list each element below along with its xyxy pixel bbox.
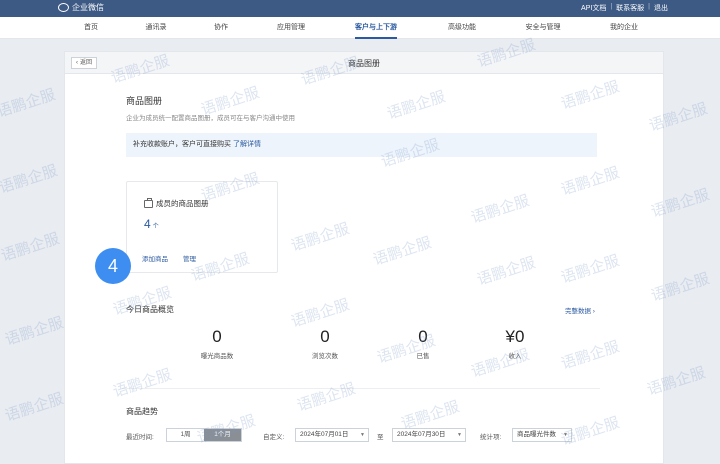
chevron-down-icon: ▼ — [457, 432, 462, 438]
top-bar: 企业微信 API文档 | 联系客服 | 退出 — [0, 0, 720, 17]
album-actions: 添加商品 管理 — [142, 253, 196, 263]
metric-label: 统计项: — [480, 434, 502, 441]
chevron-down-icon: ▼ — [360, 432, 365, 438]
main-nav: 首页 通讯录 协作 应用管理 客户与上下游 高级功能 安全与管理 我的企业 — [0, 17, 720, 39]
stat-exposed-products: 0 曝光商品数 — [177, 327, 257, 360]
watermark: 语鹏企服 — [0, 86, 58, 121]
trend-title: 商品趋势 — [126, 407, 158, 416]
album-title: 成员的商品图册 — [156, 199, 209, 208]
stat-label: 收入 — [508, 353, 522, 360]
stat-value: 0 — [418, 327, 428, 346]
to-label: 至 — [377, 434, 384, 441]
divider: | — [610, 3, 613, 10]
divider: | — [648, 3, 650, 10]
stat-value: ¥0 — [505, 327, 525, 346]
trend-filters: 最近时间: 1周 1个月 自定义: 2024年07月01日 ▼ 至 2024年0… — [126, 428, 596, 442]
nav-contacts[interactable]: 通讯录 — [146, 17, 167, 39]
watermark: 语鹏企服 — [3, 390, 66, 425]
stat-label: 曝光商品数 — [200, 353, 234, 360]
api-docs-link[interactable]: API文档 — [581, 3, 606, 13]
stat-label: 已售 — [416, 353, 430, 360]
range-option-month[interactable]: 1个月 — [204, 429, 241, 441]
metric-select[interactable]: 商品曝光件数 ▼ — [512, 428, 572, 442]
notice-banner: 补充收款账户，客户可直接购买 了解详情 — [126, 133, 597, 157]
watermark: 语鹏企服 — [0, 162, 60, 197]
nav-home[interactable]: 首页 — [84, 17, 98, 39]
start-date-value: 2024年07月01日 — [300, 431, 349, 438]
card-header: ‹ 返回 商品图册 — [65, 52, 663, 74]
nav-app-management[interactable]: 应用管理 — [277, 17, 305, 39]
add-product-link[interactable]: 添加商品 — [142, 253, 168, 263]
top-links: API文档 | 联系客服 | 退出 — [581, 3, 668, 13]
start-date-picker[interactable]: 2024年07月01日 ▼ — [295, 428, 369, 442]
watermark: 语鹏企服 — [3, 314, 66, 349]
album-card: 成员的商品图册 4个 添加商品 管理 — [126, 181, 278, 273]
page-title: 商品图册 — [348, 59, 380, 68]
album-count-unit: 个 — [152, 224, 159, 230]
stat-views: 0 浏览次数 — [285, 327, 365, 360]
app-logo[interactable]: 企业微信 — [58, 2, 104, 13]
stat-sold: 0 已售 — [383, 327, 463, 360]
custom-range-label: 自定义: — [263, 434, 285, 441]
nav-advanced[interactable]: 高级功能 — [448, 17, 476, 39]
nav-customers[interactable]: 客户与上下游 — [355, 17, 397, 39]
album-count: 4个 — [144, 217, 159, 231]
stat-value: 0 — [320, 327, 330, 346]
end-date-value: 2024年07月30日 — [397, 431, 446, 438]
nav-security[interactable]: 安全与管理 — [526, 17, 561, 39]
logout-link[interactable]: 退出 — [654, 3, 668, 13]
app-name: 企业微信 — [72, 3, 104, 12]
manage-link[interactable]: 管理 — [183, 253, 196, 263]
stat-label: 浏览次数 — [312, 353, 338, 360]
step-badge: 4 — [95, 248, 131, 284]
watermark: 语鹏企服 — [0, 230, 62, 265]
nav-my-company[interactable]: 我的企业 — [610, 17, 638, 39]
nav-collaboration[interactable]: 协作 — [214, 17, 228, 39]
stat-value: 0 — [212, 327, 222, 346]
section-title: 商品图册 — [126, 96, 163, 106]
contact-support-link[interactable]: 联系客服 — [616, 3, 644, 13]
section-description: 企业为成员统一配置商品图册，成员可在与客户沟通中使用 — [126, 115, 295, 122]
notice-text: 补充收款账户，客户可直接购买 — [133, 141, 231, 148]
stat-revenue: ¥0 收入 — [475, 327, 555, 360]
chevron-down-icon: ▼ — [563, 432, 568, 438]
briefcase-icon — [144, 197, 153, 208]
metric-value: 商品曝光件数 — [517, 431, 556, 438]
album-count-value: 4 — [144, 217, 151, 231]
range-option-week[interactable]: 1周 — [167, 429, 204, 441]
time-range-toggle: 1周 1个月 — [166, 428, 242, 442]
time-range-label: 最近时间: — [126, 434, 154, 441]
section-divider — [122, 388, 600, 389]
wecom-logo-icon — [58, 3, 69, 12]
full-data-link[interactable]: 完整数据 › — [565, 305, 595, 315]
album-header: 成员的商品图册 — [144, 197, 209, 209]
end-date-picker[interactable]: 2024年07月30日 ▼ — [392, 428, 466, 442]
learn-more-link[interactable]: 了解详情 — [233, 141, 261, 148]
overview-title: 今日商品概览 — [126, 305, 174, 314]
